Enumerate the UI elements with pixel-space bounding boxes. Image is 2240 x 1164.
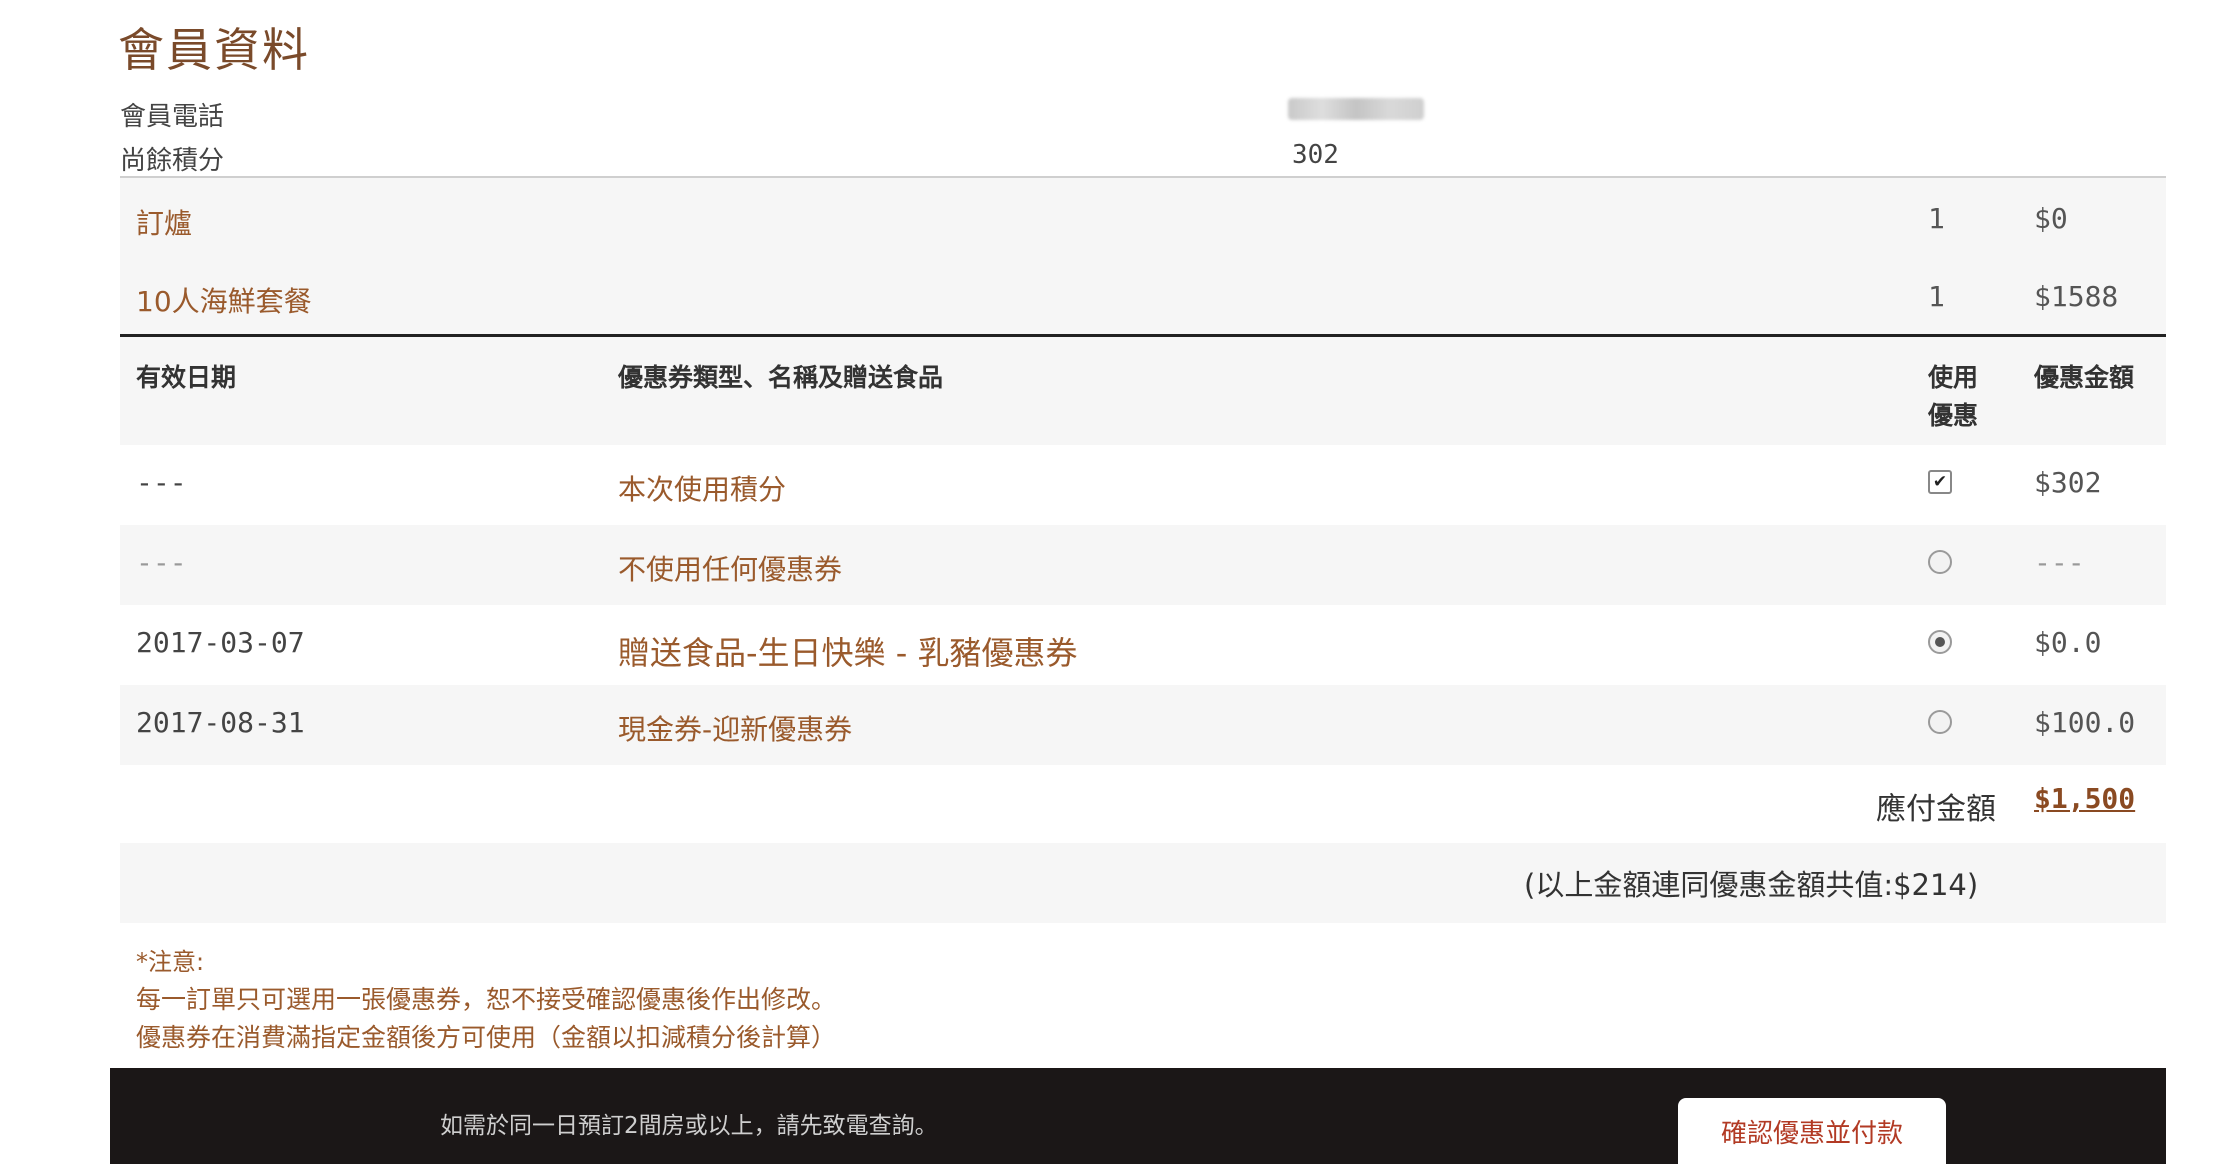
coupon-amount: $100.0 [2034, 706, 2136, 739]
use-points-checkbox[interactable]: ✔ [1928, 470, 1952, 494]
coupon-date: 2017-08-31 [136, 706, 305, 739]
confirm-pay-button[interactable]: 確認優惠並付款 [1678, 1098, 1946, 1164]
coupon-amount: --- [2034, 546, 2085, 579]
column-header-amount: 優惠金額 [2034, 363, 2135, 392]
coupon-radio-cash[interactable] [1928, 710, 1952, 734]
order-item-qty: 1 [1928, 280, 1945, 313]
total-row [120, 765, 2166, 843]
table-row [120, 445, 2166, 525]
order-item-qty: 1 [1928, 202, 1945, 235]
coupon-name: 現金券-迎新優惠券 [618, 713, 853, 746]
coupon-name: 贈送食品-生日快樂 - 乳豬優惠券 [618, 634, 1078, 672]
coupon-radio-none[interactable] [1928, 550, 1952, 574]
column-header-use-line2: 優惠 [1928, 401, 1979, 430]
order-item-price: $0 [2034, 202, 2068, 235]
member-points-value: 302 [1292, 140, 1339, 170]
order-item-name: 訂爐 [136, 207, 193, 240]
order-item-price: $1588 [2034, 280, 2119, 313]
notice-heading: *注意: [136, 948, 205, 976]
member-phone-value-redacted [1288, 98, 1424, 120]
table-row [120, 685, 2166, 765]
coupon-table-header [120, 337, 2166, 445]
footer-message: 如需於同一日預訂2間房或以上，請先致電查詢。 [440, 1113, 938, 1139]
coupon-radio-birthday[interactable] [1928, 630, 1952, 654]
column-header-use: 使用 [1928, 363, 1979, 392]
coupon-amount: $302 [2034, 466, 2102, 499]
order-items-section [120, 178, 2166, 336]
table-row [120, 605, 2166, 685]
coupon-name: 不使用任何優惠券 [618, 553, 843, 586]
notice-line-2: 優惠券在消費滿指定金額後方可使用（金額以扣減積分後計算） [136, 1023, 837, 1052]
coupon-date: 2017-03-07 [136, 626, 305, 659]
member-phone-label: 會員電話 [120, 102, 225, 132]
coupon-name: 本次使用積分 [618, 473, 787, 506]
member-points-label: 尚餘積分 [120, 146, 225, 176]
notice-line-1: 每一訂單只可選用一張優惠券，恕不接受確認優惠後作出修改。 [136, 985, 837, 1014]
coupon-amount: $0.0 [2034, 626, 2102, 659]
total-label: 應付金額 [1876, 792, 1996, 827]
total-value: $1,500 [2034, 782, 2136, 815]
coupon-date: --- [136, 466, 187, 499]
table-row [120, 525, 2166, 605]
coupon-date: --- [136, 546, 187, 579]
page-title: 會員資料 [118, 23, 310, 77]
column-header-date: 有效日期 [136, 363, 237, 392]
order-item-name: 10人海鮮套餐 [136, 285, 312, 318]
column-header-type: 優惠券類型、名稱及贈送食品 [618, 363, 944, 392]
total-note: (以上金額連同優惠金額共值:$214) [1524, 868, 1979, 902]
